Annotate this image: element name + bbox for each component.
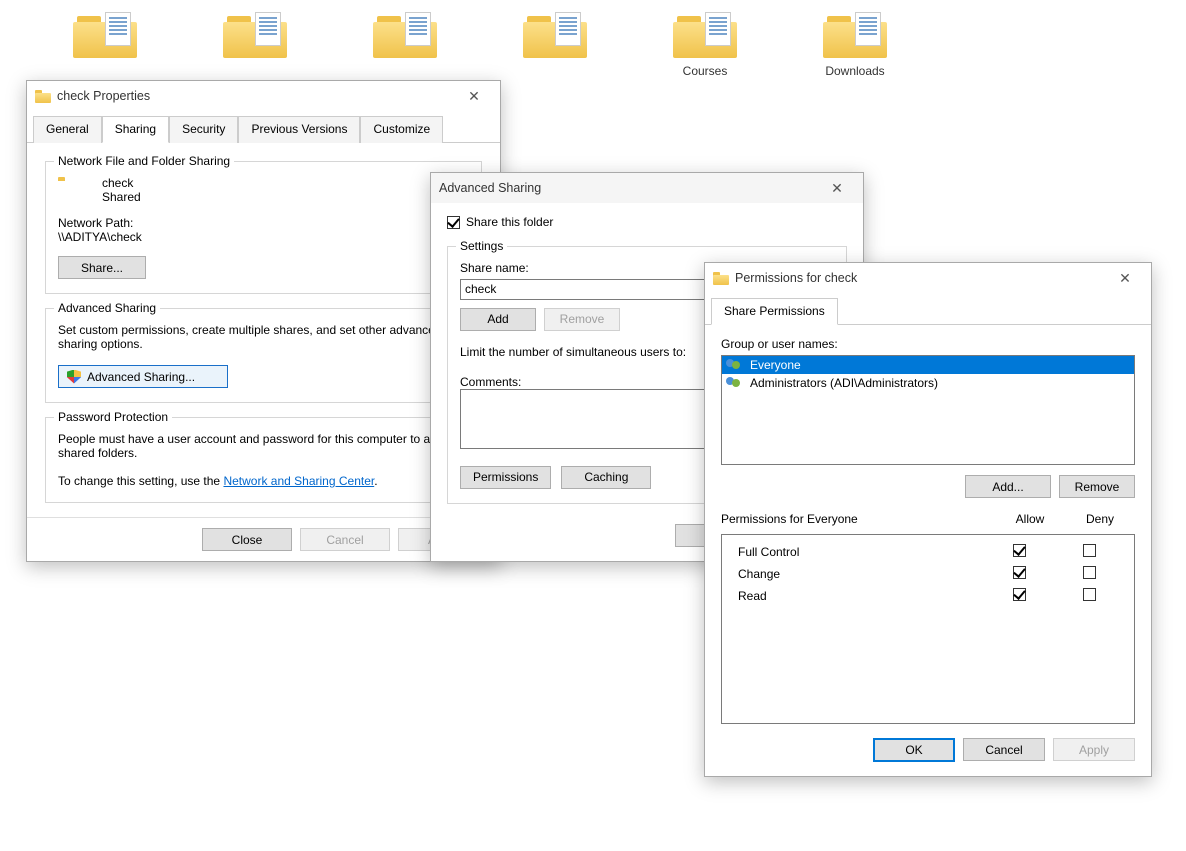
tab-share-permissions[interactable]: Share Permissions	[711, 298, 838, 325]
pwd-line1: People must have a user account and pass…	[58, 432, 469, 460]
pwd-text: To change this setting, use the	[58, 474, 223, 488]
titlebar[interactable]: check Properties ✕	[27, 81, 500, 111]
deny-checkbox[interactable]	[1083, 566, 1096, 579]
permissions-table: Full Control Change Read	[721, 534, 1135, 724]
allow-header: Allow	[995, 512, 1065, 526]
deny-checkbox[interactable]	[1083, 588, 1096, 601]
perm-name: Change	[732, 567, 984, 581]
advanced-desc: Set custom permissions, create multiple …	[58, 323, 469, 351]
dialog-footer: OK Cancel Apply	[705, 728, 1151, 776]
folder-item[interactable]	[60, 10, 150, 78]
cancel-button: Cancel	[300, 528, 390, 551]
permissions-header: Permissions for Everyone Allow Deny	[721, 512, 1135, 526]
allow-checkbox[interactable]	[1013, 588, 1026, 601]
allow-checkbox[interactable]	[1013, 566, 1026, 579]
share-name: check	[102, 176, 141, 190]
window-title: check Properties	[57, 89, 456, 103]
checkbox-icon	[447, 216, 460, 229]
group-legend: Password Protection	[54, 410, 172, 424]
users-icon	[726, 376, 744, 390]
close-icon[interactable]: ✕	[456, 84, 492, 108]
users-icon	[726, 358, 744, 372]
advanced-sharing-group: Advanced Sharing Set custom permissions,…	[45, 308, 482, 403]
tab-security[interactable]: Security	[169, 116, 238, 143]
deny-header: Deny	[1065, 512, 1135, 526]
list-item-label: Everyone	[750, 358, 801, 372]
group-user-label: Group or user names:	[721, 337, 1135, 351]
network-path-label: Network Path:	[58, 216, 469, 230]
permission-row: Change	[732, 563, 1124, 585]
close-icon[interactable]: ✕	[1107, 266, 1143, 290]
advanced-sharing-label: Advanced Sharing...	[87, 370, 195, 384]
tab-general[interactable]: General	[33, 116, 102, 143]
list-item-label: Administrators (ADI\Administrators)	[750, 376, 938, 390]
close-icon[interactable]: ✕	[819, 176, 855, 200]
network-sharing-center-link[interactable]: Network and Sharing Center	[223, 474, 374, 488]
permissions-button[interactable]: Permissions	[460, 466, 551, 489]
folder-item[interactable]: Courses	[660, 10, 750, 78]
share-status: Shared	[102, 190, 141, 204]
desktop-icons: Courses Downloads	[0, 0, 1186, 88]
perm-for-label: Permissions for Everyone	[721, 512, 995, 526]
folder-icon	[713, 271, 729, 285]
titlebar[interactable]: Permissions for check ✕	[705, 263, 1151, 293]
folder-label: Courses	[683, 64, 728, 78]
group-legend: Network File and Folder Sharing	[54, 154, 234, 168]
tab-customize[interactable]: Customize	[360, 116, 443, 143]
perm-name: Read	[732, 589, 984, 603]
tabs: Share Permissions	[705, 297, 1151, 325]
remove-button[interactable]: Remove	[1059, 475, 1135, 498]
cancel-button[interactable]: Cancel	[963, 738, 1045, 761]
share-button[interactable]: Share...	[58, 256, 146, 279]
permission-row: Full Control	[732, 541, 1124, 563]
network-sharing-group: Network File and Folder Sharing check Sh…	[45, 161, 482, 294]
remove-button: Remove	[544, 308, 620, 331]
share-folder-checkbox[interactable]: Share this folder	[447, 215, 553, 229]
folder-icon	[58, 176, 90, 204]
users-listbox[interactable]: Everyone Administrators (ADI\Administrat…	[721, 355, 1135, 465]
window-title: Advanced Sharing	[439, 181, 819, 195]
titlebar[interactable]: Advanced Sharing ✕	[431, 173, 863, 203]
add-button[interactable]: Add...	[965, 475, 1051, 498]
permission-row: Read	[732, 585, 1124, 607]
advanced-sharing-button[interactable]: Advanced Sharing...	[58, 365, 228, 388]
add-button[interactable]: Add	[460, 308, 536, 331]
allow-checkbox[interactable]	[1013, 544, 1026, 557]
password-protection-group: Password Protection People must have a u…	[45, 417, 482, 503]
list-item[interactable]: Everyone	[722, 356, 1134, 374]
tab-sharing[interactable]: Sharing	[102, 116, 169, 143]
tab-previous-versions[interactable]: Previous Versions	[238, 116, 360, 143]
folder-icon	[35, 89, 51, 103]
shield-icon	[67, 370, 81, 384]
window-title: Permissions for check	[735, 271, 1107, 285]
pwd-line2: To change this setting, use the Network …	[58, 474, 469, 488]
group-legend: Advanced Sharing	[54, 301, 160, 315]
perm-name: Full Control	[732, 545, 984, 559]
group-legend: Settings	[456, 239, 507, 253]
folder-item[interactable]	[510, 10, 600, 78]
caching-button[interactable]: Caching	[561, 466, 651, 489]
checkbox-label: Share this folder	[466, 215, 553, 229]
folder-item[interactable]	[210, 10, 300, 78]
tabs: General Sharing Security Previous Versio…	[27, 115, 500, 143]
list-item[interactable]: Administrators (ADI\Administrators)	[722, 374, 1134, 392]
network-path: \\ADITYA\check	[58, 230, 469, 244]
close-button[interactable]: Close	[202, 528, 292, 551]
ok-button[interactable]: OK	[873, 738, 955, 762]
folder-item[interactable]: Downloads	[810, 10, 900, 78]
deny-checkbox[interactable]	[1083, 544, 1096, 557]
folder-item[interactable]	[360, 10, 450, 78]
pwd-text: .	[374, 474, 377, 488]
folder-label: Downloads	[825, 64, 884, 78]
permissions-window: Permissions for check ✕ Share Permission…	[704, 262, 1152, 777]
apply-button: Apply	[1053, 738, 1135, 761]
